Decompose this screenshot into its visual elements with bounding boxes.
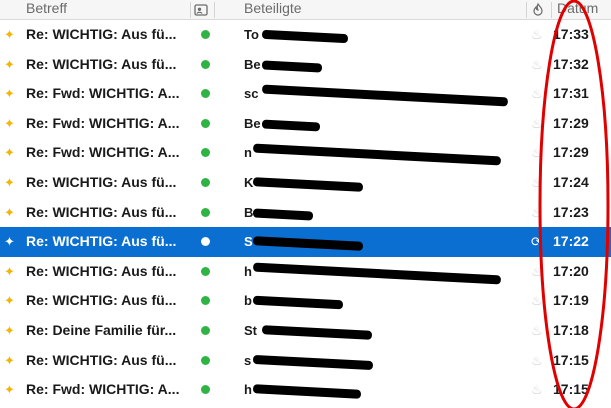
thread-flame-icon[interactable]: ♨ <box>531 86 545 102</box>
message-time: 17:29 <box>553 144 589 161</box>
star-icon[interactable]: ✦ <box>4 87 17 100</box>
thread-flame-icon[interactable]: ♨ <box>531 145 545 161</box>
message-time: 17:33 <box>553 26 589 42</box>
message-row[interactable]: ✦ Re: Fwd: WICHTIG: A... h ♨ 17:15 <box>0 375 611 405</box>
message-row[interactable]: ✦ Re: Fwd: WICHTIG: A... Be ♨ 17:29 <box>0 108 611 139</box>
message-row[interactable]: ✦ Re: WICHTIG: Aus fü... B ♨ 17:23 <box>0 197 611 228</box>
status-dot-icon <box>201 118 210 128</box>
message-time: 17:15 <box>553 351 589 368</box>
message-subject: Re: WICHTIG: Aus fü... <box>26 203 177 220</box>
message-row[interactable]: ✦ Re: WICHTIG: Aus fü... s ♨ 17:15 <box>0 345 611 376</box>
message-time: 17:24 <box>553 173 589 190</box>
thread-flame-icon[interactable]: ♨ <box>531 57 545 73</box>
status-dot-icon <box>201 355 210 365</box>
message-subject: Re: Fwd: WICHTIG: A... <box>26 144 180 161</box>
message-subject: Re: Fwd: WICHTIG: A... <box>26 381 180 398</box>
message-time: 17:29 <box>553 114 589 131</box>
status-dot-icon <box>201 296 210 306</box>
star-icon[interactable]: ✦ <box>4 117 17 130</box>
message-subject: Re: WICHTIG: Aus fü... <box>26 292 177 309</box>
status-dot-icon <box>201 177 210 187</box>
status-dot-icon <box>201 89 210 99</box>
message-row[interactable]: ✦ Re: WICHTIG: Aus fü... K ♨ 17:24 <box>0 167 611 198</box>
message-row[interactable]: ✦ Re: WICHTIG: Aus fü... S ⟳ 17:22 <box>0 227 611 257</box>
star-icon[interactable]: ✦ <box>4 294 17 307</box>
message-row[interactable]: ✦ Re: WICHTIG: Aus fü... To ♨ 17:33 <box>0 20 611 50</box>
column-divider[interactable] <box>190 2 191 18</box>
message-time: 17:32 <box>553 55 589 72</box>
message-subject: Re: WICHTIG: Aus fü... <box>26 55 177 72</box>
message-row[interactable]: ✦ Re: Fwd: WICHTIG: A... sc ♨ 17:31 <box>0 79 611 109</box>
subject-column-header[interactable]: Betreff <box>26 0 190 19</box>
thread-flame-icon[interactable]: ♨ <box>531 27 545 43</box>
status-dot-icon <box>201 266 210 276</box>
column-header-bar: Betreff Beteiligte Datum <box>0 0 611 20</box>
contacts-column-icon[interactable] <box>193 0 211 19</box>
star-icon[interactable]: ✦ <box>4 235 17 248</box>
thread-flame-icon[interactable]: ♨ <box>531 116 545 132</box>
column-divider[interactable] <box>214 2 215 18</box>
message-time: 17:23 <box>553 203 589 220</box>
message-row[interactable]: ✦ Re: WICHTIG: Aus fü... h ♨ 17:20 <box>0 256 611 287</box>
message-time: 17:31 <box>553 85 589 102</box>
thread-flame-icon[interactable]: ♨ <box>531 323 545 339</box>
message-subject: Re: WICHTIG: Aus fü... <box>26 233 177 250</box>
message-subject: Re: Fwd: WICHTIG: A... <box>26 114 180 131</box>
participants-column-header[interactable]: Beteiligte <box>244 0 524 19</box>
status-dot-icon <box>201 30 210 39</box>
message-subject: Re: WICHTIG: Aus fü... <box>26 26 177 42</box>
star-column-header[interactable] <box>0 0 24 19</box>
message-time: 17:15 <box>553 381 589 398</box>
thread-column-icon[interactable] <box>531 0 549 19</box>
column-divider[interactable] <box>551 2 552 18</box>
status-dot-icon <box>201 207 210 217</box>
thread-flame-icon[interactable]: ♨ <box>531 205 545 221</box>
message-subject: Re: WICHTIG: Aus fü... <box>26 351 177 368</box>
star-icon[interactable]: ✦ <box>4 146 17 159</box>
message-time: 17:19 <box>553 292 589 309</box>
star-icon[interactable]: ✦ <box>4 176 17 189</box>
star-icon[interactable]: ✦ <box>4 383 17 396</box>
status-dot-icon <box>201 325 210 335</box>
status-dot-icon <box>201 59 210 69</box>
thread-flame-icon[interactable]: ♨ <box>531 382 545 398</box>
thread-flame-icon[interactable]: ♨ <box>531 264 545 280</box>
message-time: 17:22 <box>553 233 589 250</box>
star-icon[interactable]: ✦ <box>4 28 17 41</box>
message-row[interactable]: ✦ Re: WICHTIG: Aus fü... Be ♨ 17:32 <box>0 49 611 80</box>
message-row[interactable]: ✦ Re: WICHTIG: Aus fü... b ♨ 17:19 <box>0 286 611 316</box>
message-subject: Re: Fwd: WICHTIG: A... <box>26 85 180 102</box>
star-icon[interactable]: ✦ <box>4 58 17 71</box>
star-icon[interactable]: ✦ <box>4 354 17 367</box>
star-icon[interactable]: ✦ <box>4 206 17 219</box>
message-subject: Re: WICHTIG: Aus fü... <box>26 173 177 190</box>
message-row[interactable]: ✦ Re: Fwd: WICHTIG: A... n ♨ 17:29 <box>0 138 611 168</box>
thread-flame-icon[interactable]: ♨ <box>531 175 545 191</box>
message-list[interactable]: ✦ Re: WICHTIG: Aus fü... To ♨ 17:33 ✦ Re: WICH… <box>0 20 611 405</box>
date-column-header[interactable]: Datum <box>557 0 611 19</box>
message-row[interactable]: ✦ Re: Deine Familie für... St ♨ 17:18 <box>0 315 611 346</box>
star-icon[interactable]: ✦ <box>4 265 17 278</box>
star-icon[interactable]: ✦ <box>4 324 17 337</box>
status-dot-icon <box>201 148 210 158</box>
status-dot-icon <box>201 385 210 395</box>
message-time: 17:20 <box>553 262 589 279</box>
column-divider[interactable] <box>526 2 527 18</box>
thread-flame-icon[interactable]: ⟳ <box>531 234 545 250</box>
thread-flame-icon[interactable]: ♨ <box>531 353 545 369</box>
thread-flame-icon[interactable]: ♨ <box>531 293 545 309</box>
message-time: 17:18 <box>553 321 589 338</box>
message-subject: Re: WICHTIG: Aus fü... <box>26 262 177 279</box>
message-subject: Re: Deine Familie für... <box>26 321 177 338</box>
status-dot-icon <box>201 237 210 247</box>
